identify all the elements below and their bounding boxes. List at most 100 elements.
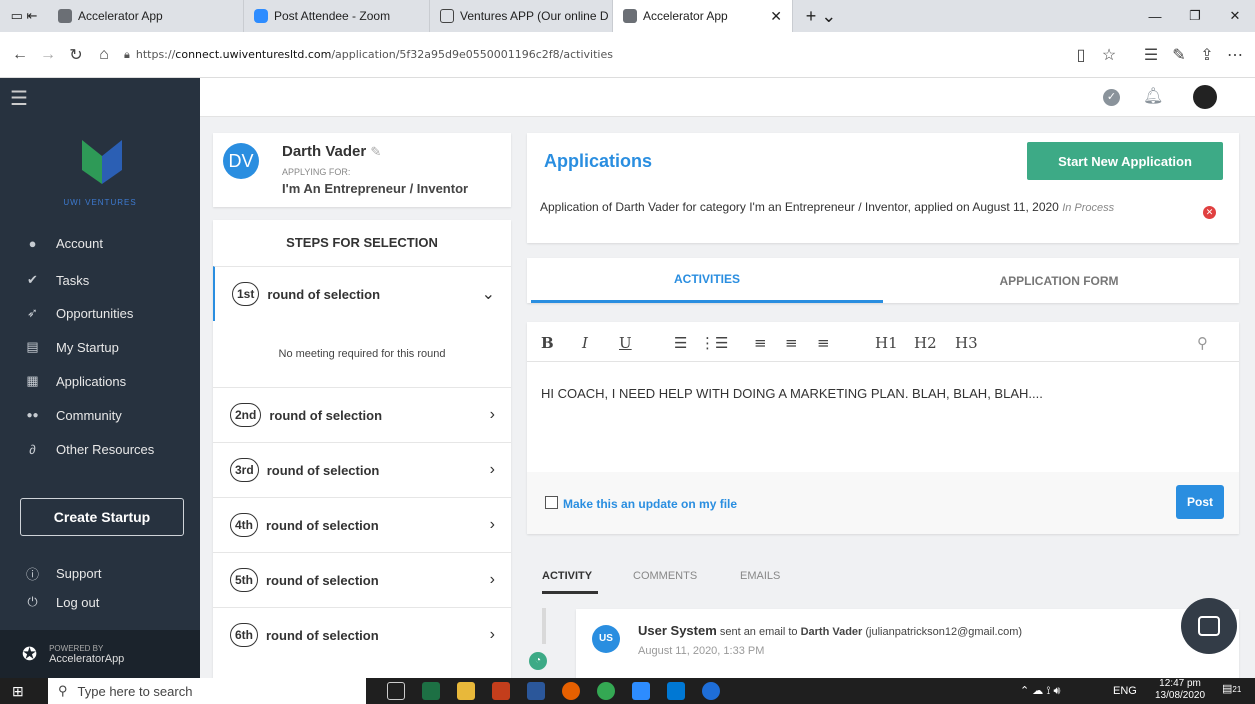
round-ordinal: 2nd <box>230 403 262 427</box>
heading-1-button[interactable]: H1 <box>875 334 898 352</box>
sidebar: ☰ UWI VENTURES ● Account ✔ Tasks ➶ Opportun… <box>0 78 200 678</box>
steps-title: STEPS FOR SELECTION <box>286 235 438 250</box>
language-indicator[interactable]: ENG <box>1113 685 1137 697</box>
post-button[interactable]: Post <box>1176 485 1224 519</box>
heading-3-button[interactable]: H3 <box>955 334 978 352</box>
round-label: round of selection <box>269 407 383 423</box>
windows-taskbar: ⊞ ⚲ Type here to search ⌃ ☁ ⟟ 🔊︎ ENG 12:… <box>0 678 1255 704</box>
address-bar: ← → ↻ ⌂ 🔒︎ https://connect.uwiventureslt… <box>0 32 1255 78</box>
reading-view-icon[interactable]: ▯ <box>1067 45 1095 65</box>
sidebar-item-applications[interactable]: ▦ Applications <box>24 373 126 389</box>
favorite-star-icon[interactable]: ☆ <box>1095 45 1123 65</box>
logout-link[interactable]: ⏻ Log out <box>24 594 99 610</box>
step-round-1[interactable]: 1st round of selection ⌄ <box>213 266 511 321</box>
restore-icon[interactable]: ❐ <box>1175 0 1215 32</box>
tab-application-form[interactable]: APPLICATION FORM <box>883 258 1235 303</box>
chrome-icon[interactable] <box>597 682 615 700</box>
system-tray-icons[interactable]: ⌃ ☁ ⟟ 🔊︎ <box>1020 684 1060 698</box>
edit-icon[interactable]: ✎ <box>370 144 381 159</box>
sidebar-item-tasks[interactable]: ✔ Tasks <box>24 272 89 288</box>
bold-button[interactable]: B <box>541 334 554 352</box>
close-tab-icon[interactable]: ✕ <box>770 8 782 25</box>
tab-activities[interactable]: ACTIVITIES <box>531 258 883 303</box>
tab-comments[interactable]: COMMENTS <box>633 570 697 582</box>
windows-start-icon[interactable]: ⊞ <box>12 683 24 700</box>
sidebar-item-my-startup[interactable]: ▤ My Startup <box>24 339 119 355</box>
sidebar-item-community[interactable]: ●● Community <box>24 408 121 423</box>
cancel-application-icon[interactable]: ✕ <box>1203 206 1216 219</box>
align-center-icon[interactable]: ≡ <box>785 334 798 352</box>
pen-icon[interactable]: ✎ <box>1165 45 1193 65</box>
excel-icon[interactable] <box>422 682 440 700</box>
forward-icon[interactable]: → <box>34 46 62 64</box>
browser-tab-active[interactable]: Accelerator App ✕ <box>613 0 793 32</box>
tasks-check-icon[interactable]: ✓ <box>1103 89 1120 106</box>
more-icon[interactable]: ⋯ <box>1221 45 1249 65</box>
user-icon: ● <box>28 236 37 251</box>
taskbar-search[interactable]: ⚲ Type here to search <box>48 678 366 704</box>
tab-emails[interactable]: EMAILS <box>740 570 780 582</box>
step-round-5[interactable]: 5th round of selection › <box>213 552 511 607</box>
step-round-2[interactable]: 2nd round of selection › <box>213 387 511 442</box>
align-right-icon[interactable]: ≡ <box>817 334 830 352</box>
chat-launcher-button[interactable] <box>1181 598 1237 654</box>
tab-actions-icon[interactable]: ▭ ⇤ <box>0 0 48 32</box>
sidebar-item-opportunities[interactable]: ➶ Opportunities <box>24 305 133 321</box>
document-favicon-icon <box>440 9 454 23</box>
powerpoint-icon[interactable] <box>492 682 510 700</box>
minimize-icon[interactable]: — <box>1135 0 1175 32</box>
notification-center-icon[interactable]: ▤21 <box>1222 682 1241 695</box>
no-meeting-text: No meeting required for this round <box>278 348 446 360</box>
avatar[interactable] <box>1193 85 1217 109</box>
step-round-4[interactable]: 4th round of selection › <box>213 497 511 552</box>
firefox-icon[interactable] <box>562 682 580 700</box>
heading-2-button[interactable]: H2 <box>914 334 937 352</box>
clock[interactable]: 12:47 pm 13/08/2020 <box>1155 678 1205 702</box>
new-tab-button[interactable]: + ⌄ <box>793 0 849 32</box>
users-icon: ●● <box>26 410 39 421</box>
applications-card: Applications Start New Application Appli… <box>527 133 1239 243</box>
sidebar-item-other-resources[interactable]: ∂ Other Resources <box>24 442 154 457</box>
attachment-icon[interactable]: ⚲ <box>1197 334 1208 352</box>
refresh-icon[interactable]: ↻ <box>62 45 90 65</box>
browser-tab-3[interactable]: Ventures APP (Our online D <box>430 0 613 32</box>
browser-tab-2[interactable]: Post Attendee - Zoom <box>244 0 430 32</box>
round-label: round of selection <box>266 572 379 588</box>
underline-button[interactable]: U <box>619 334 632 352</box>
outlook-icon[interactable] <box>667 682 685 700</box>
support-link[interactable]: ⓘ Support <box>24 564 102 583</box>
share-icon[interactable]: ⇪ <box>1193 45 1221 65</box>
sidebar-item-account[interactable]: ● Account <box>24 236 103 251</box>
home-icon[interactable]: ⌂ <box>90 46 118 64</box>
update-file-checkbox[interactable] <box>545 496 558 509</box>
align-left-icon[interactable]: ≡ <box>754 334 767 352</box>
step-round-3[interactable]: 3rd round of selection › <box>213 442 511 497</box>
edge-icon[interactable] <box>702 682 720 700</box>
favorites-list-icon[interactable]: ☰ <box>1137 45 1165 65</box>
browser-tab-1[interactable]: Accelerator App <box>48 0 244 32</box>
start-new-application-button[interactable]: Start New Application <box>1027 142 1223 180</box>
back-icon[interactable]: ← <box>6 46 34 64</box>
zoom-icon[interactable] <box>632 682 650 700</box>
url-path: /application/5f32a95d9e0550001196c2f8/ac… <box>331 48 613 61</box>
chevron-right-icon: › <box>489 461 495 478</box>
menu-hamburger-icon[interactable]: ☰ <box>10 86 28 111</box>
create-startup-button[interactable]: Create Startup <box>20 498 184 536</box>
word-icon[interactable] <box>527 682 545 700</box>
chevron-right-icon: › <box>489 516 495 533</box>
url-field[interactable]: 🔒︎ https://connect.uwiventuresltd.com/ap… <box>118 40 1067 70</box>
task-view-icon[interactable] <box>387 682 405 700</box>
round-label: round of selection <box>266 462 380 478</box>
update-file-label[interactable]: Make this an update on my file <box>563 497 737 511</box>
italic-button[interactable]: I <box>582 334 588 352</box>
tab-activity[interactable]: ACTIVITY <box>542 570 592 582</box>
profile-avatar: DV <box>223 143 259 179</box>
bullet-list-icon[interactable]: ☰ <box>674 334 687 352</box>
close-window-icon[interactable]: ✕ <box>1215 0 1255 32</box>
comment-bubble-icon: ◔ <box>529 652 547 670</box>
notification-bell-icon[interactable]: 🔔︎ <box>1143 86 1163 106</box>
editor-text-area[interactable]: HI COACH, I NEED HELP WITH DOING A MARKE… <box>527 362 1239 472</box>
step-round-6[interactable]: 6th round of selection › <box>213 607 511 662</box>
file-explorer-icon[interactable] <box>457 682 475 700</box>
ordered-list-icon[interactable]: ⋮☰ <box>700 334 728 352</box>
